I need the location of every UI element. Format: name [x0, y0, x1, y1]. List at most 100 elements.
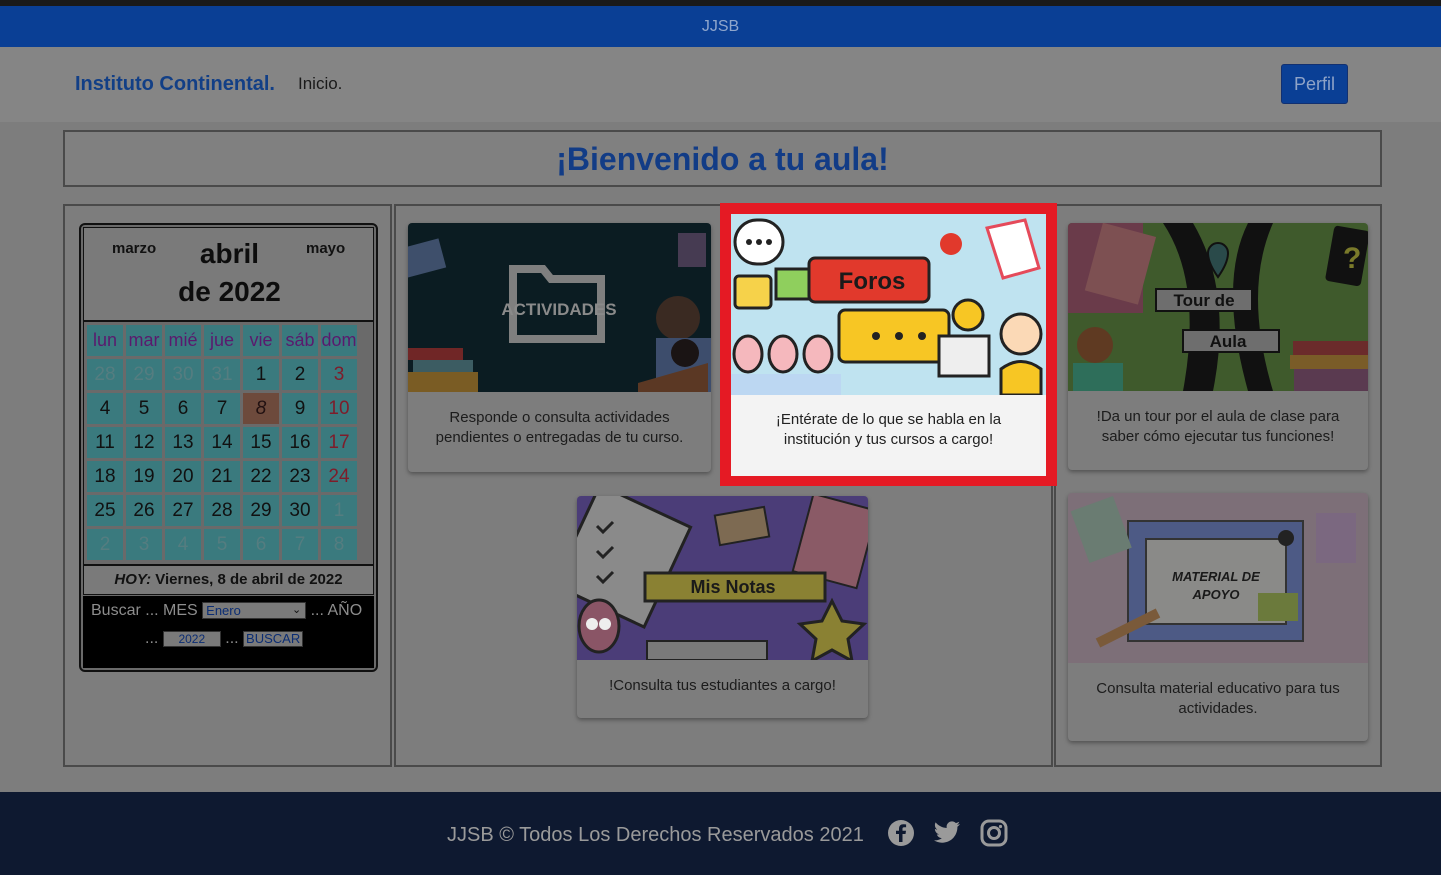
- calendar-day[interactable]: 17: [321, 427, 357, 458]
- weekday-header: sáb: [282, 325, 318, 356]
- calendar-day[interactable]: 15: [243, 427, 279, 458]
- search-button[interactable]: BUSCAR: [243, 630, 304, 647]
- weekday-header: mar: [126, 325, 162, 356]
- calendar-day[interactable]: 14: [204, 427, 240, 458]
- today-label: HOY:: [114, 571, 152, 588]
- dots-text: ...: [145, 630, 159, 647]
- material-image-label-1: MATERIAL DE: [1172, 569, 1260, 584]
- calendar-day[interactable]: 3: [321, 359, 357, 390]
- notas-image-label: Mis Notas: [690, 577, 775, 597]
- foros-illustration: Foros: [731, 214, 1046, 395]
- footer-copyright: JJSB © Todos Los Derechos Reservados 202…: [447, 824, 864, 846]
- card-foros-highlight[interactable]: Foros ¡Entérate de lo que se habla en la…: [720, 203, 1057, 486]
- calendar-day[interactable]: 23: [282, 461, 318, 492]
- calendar-day[interactable]: 16: [282, 427, 318, 458]
- actividades-image-label: ACTIVIDADES: [501, 300, 616, 319]
- month-select[interactable]: Enero ⌄: [202, 602, 307, 620]
- weekday-header: mié: [165, 325, 201, 356]
- instagram-icon[interactable]: [980, 819, 1008, 852]
- twitter-icon[interactable]: [933, 821, 961, 850]
- calendar-month: abril: [199, 238, 260, 269]
- notas-illustration: Mis Notas: [577, 496, 868, 660]
- calendar-day[interactable]: 18: [87, 461, 123, 492]
- card-actividades-text: Responde o consulta actividades pendient…: [435, 409, 684, 446]
- calendar-header: marzo mayo abril de 2022: [83, 227, 374, 321]
- calendar-day[interactable]: 27: [165, 495, 201, 526]
- card-tour[interactable]: Tour de Aula ? !Da un tour por el aula d…: [1068, 223, 1368, 470]
- foros-image-label: Foros: [839, 268, 906, 295]
- brand-bar: JJSB: [0, 6, 1441, 47]
- calendar-day[interactable]: 29: [126, 359, 162, 390]
- calendar-day[interactable]: 21: [204, 461, 240, 492]
- calendar-day[interactable]: 9: [282, 393, 318, 424]
- calendar-day[interactable]: 8: [321, 529, 357, 560]
- calendar-day[interactable]: 24: [321, 461, 357, 492]
- social-icons: [887, 819, 1022, 852]
- calendar-day[interactable]: 6: [243, 529, 279, 560]
- calendar-day[interactable]: 12: [126, 427, 162, 458]
- calendar-day[interactable]: 11: [87, 427, 123, 458]
- card-foros[interactable]: Foros ¡Entérate de lo que se habla en la…: [731, 214, 1046, 476]
- tour-image-label-2: Aula: [1210, 332, 1247, 351]
- month-select-value: Enero: [206, 603, 241, 619]
- calendar-today: HOY: Viernes, 8 de abril de 2022: [83, 565, 374, 595]
- calendar-day[interactable]: 10: [321, 393, 357, 424]
- material-illustration: MATERIAL DE APOYO: [1068, 493, 1368, 663]
- calendar-day[interactable]: 22: [243, 461, 279, 492]
- calendar-day-today[interactable]: 8: [243, 393, 279, 424]
- calendar-year: de 2022: [178, 276, 281, 307]
- tour-image-label-1: Tour de: [1173, 291, 1234, 310]
- calendar-day[interactable]: 7: [204, 393, 240, 424]
- weekday-header: dom: [321, 325, 357, 356]
- calendar-day[interactable]: 28: [87, 359, 123, 390]
- tour-illustration: Tour de Aula ?: [1068, 223, 1368, 391]
- search-year-label: ... AÑO: [310, 602, 363, 619]
- calendar-day[interactable]: 6: [165, 393, 201, 424]
- today-text: Viernes, 8 de abril de 2022: [155, 571, 343, 588]
- weekday-header: jue: [204, 325, 240, 356]
- card-notas-text: !Consulta tus estudiantes a cargo!: [609, 677, 836, 694]
- navbar: Instituto Continental. Inicio. Perfil: [0, 47, 1441, 122]
- calendar-day[interactable]: 5: [126, 393, 162, 424]
- calendar-day[interactable]: 4: [165, 529, 201, 560]
- calendar-grid: lun mar mié jue vie sáb dom 28 29 30 31 …: [83, 321, 374, 565]
- calendar-day[interactable]: 26: [126, 495, 162, 526]
- search-month-label: Buscar ... MES: [91, 602, 198, 619]
- calendar-day[interactable]: 2: [87, 529, 123, 560]
- calendar-day[interactable]: 7: [282, 529, 318, 560]
- card-material-text: Consulta material educativo para tus act…: [1096, 680, 1340, 717]
- calendar-day[interactable]: 30: [282, 495, 318, 526]
- card-tour-text: !Da un tour por el aula de clase para sa…: [1096, 408, 1340, 445]
- calendar-day[interactable]: 13: [165, 427, 201, 458]
- card-actividades[interactable]: ACTIVIDADES Responde o consulta activida…: [408, 223, 711, 472]
- calendar-day[interactable]: 1: [321, 495, 357, 526]
- card-notas[interactable]: Mis Notas !Consulta tus estudiantes a ca…: [577, 496, 868, 718]
- calendar-day[interactable]: 30: [165, 359, 201, 390]
- calendar-day[interactable]: 20: [165, 461, 201, 492]
- calendar-widget: marzo mayo abril de 2022 lun mar mié jue…: [79, 223, 378, 672]
- navbar-brand[interactable]: Instituto Continental.: [75, 73, 275, 96]
- chevron-down-icon: ⌄: [291, 604, 302, 617]
- calendar-day[interactable]: 4: [87, 393, 123, 424]
- card-material[interactable]: MATERIAL DE APOYO Consulta material educ…: [1068, 493, 1368, 741]
- calendar-day[interactable]: 28: [204, 495, 240, 526]
- calendar-day[interactable]: 29: [243, 495, 279, 526]
- calendar-day[interactable]: 25: [87, 495, 123, 526]
- profile-button[interactable]: Perfil: [1281, 64, 1348, 104]
- home-link[interactable]: Inicio.: [298, 74, 342, 94]
- weekday-header: vie: [243, 325, 279, 356]
- material-image-label-2: APOYO: [1192, 587, 1240, 602]
- calendar-day[interactable]: 2: [282, 359, 318, 390]
- footer: JJSB © Todos Los Derechos Reservados 202…: [0, 792, 1441, 875]
- facebook-icon[interactable]: [887, 819, 915, 852]
- year-input[interactable]: 2022: [162, 630, 221, 647]
- brand-bar-title: JJSB: [701, 18, 740, 35]
- dots-text: ...: [225, 630, 239, 647]
- calendar-day[interactable]: 1: [243, 359, 279, 390]
- calendar-day[interactable]: 3: [126, 529, 162, 560]
- calendar-day[interactable]: 31: [204, 359, 240, 390]
- welcome-title: ¡Bienvenido a tu aula!: [556, 141, 889, 177]
- calendar-day[interactable]: 5: [204, 529, 240, 560]
- calendar-day[interactable]: 19: [126, 461, 162, 492]
- actividades-illustration: ACTIVIDADES: [408, 223, 711, 392]
